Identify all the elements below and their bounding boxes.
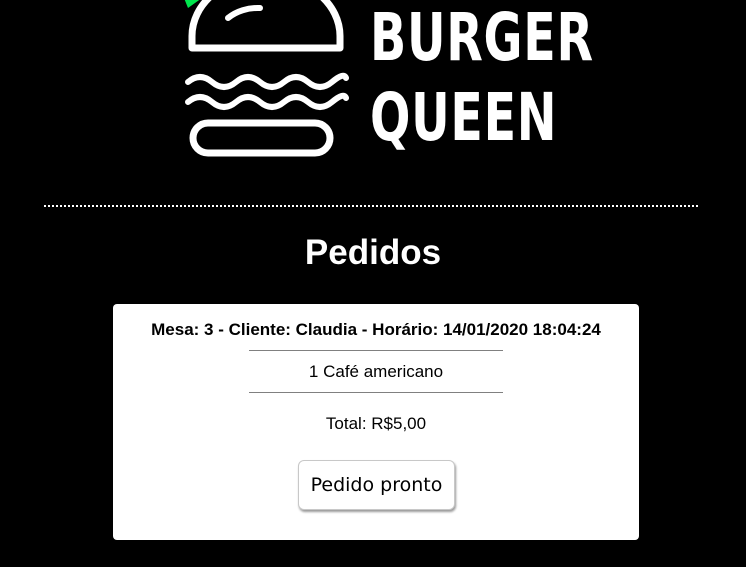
brand-logo: BURGER QUEEN	[0, 0, 746, 170]
brand-name: BURGER QUEEN	[370, 0, 594, 158]
order-ready-button[interactable]: Pedido pronto	[298, 460, 455, 510]
page-title: Pedidos	[304, 233, 442, 272]
brand-name-line1: BURGER	[370, 0, 594, 76]
brand-name-line2: QUEEN	[370, 79, 558, 156]
order-divider-top	[249, 350, 503, 351]
order-item: 1 Café americano	[308, 362, 444, 381]
order-total: Total: R$5,00	[325, 414, 427, 433]
kitchen-orders-page: BURGER QUEEN Pedidos Mesa: 3 - Cliente: …	[0, 0, 746, 567]
order-header: Mesa: 3 - Cliente: Claudia - Horário: 14…	[151, 320, 601, 339]
header-divider	[44, 205, 698, 207]
order-divider-bottom	[249, 392, 503, 393]
burger-logo-icon	[184, 0, 349, 157]
order-card: Mesa: 3 - Cliente: Claudia - Horário: 14…	[113, 304, 639, 540]
